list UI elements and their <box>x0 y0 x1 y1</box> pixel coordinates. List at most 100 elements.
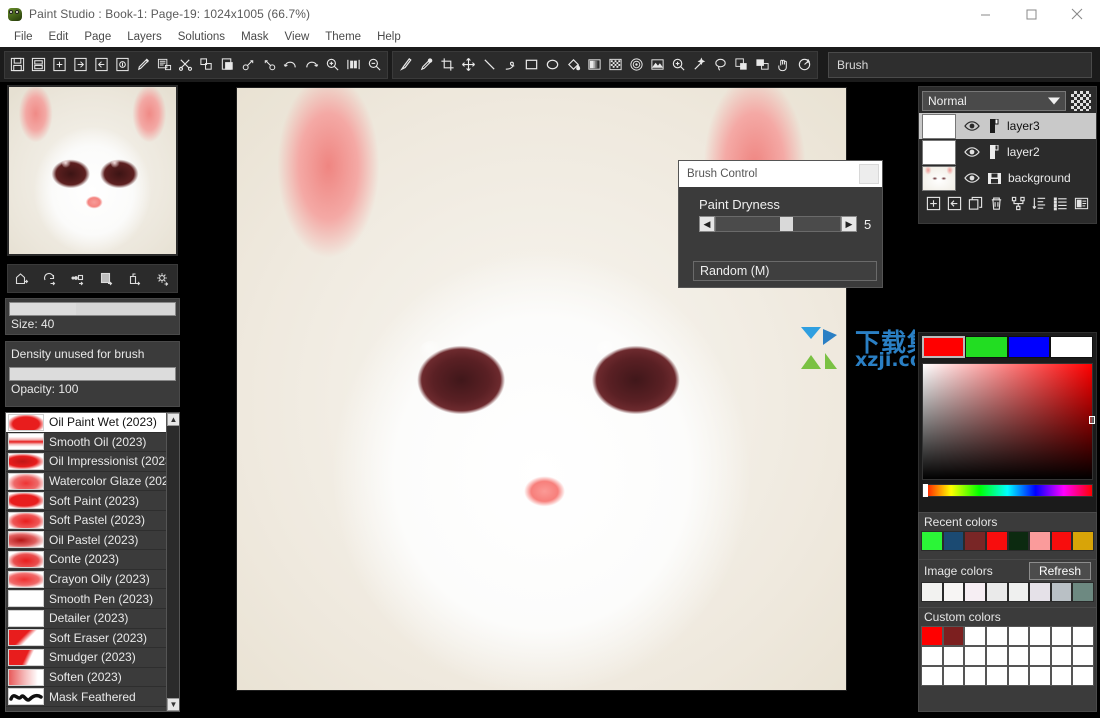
brush-item[interactable]: Oil Paint Wet (2023) <box>6 413 166 433</box>
menu-view[interactable]: View <box>277 28 318 47</box>
primary-color-swatch[interactable] <box>922 336 965 358</box>
brush-item[interactable]: Conte (2023) <box>6 550 166 570</box>
custom-color-cell[interactable] <box>1029 666 1051 686</box>
brush-item[interactable]: Smudger (2023) <box>6 648 166 668</box>
blend-mode-select[interactable]: Normal <box>922 91 1066 111</box>
brush-icon[interactable] <box>395 53 416 77</box>
menu-file[interactable]: File <box>6 28 41 47</box>
add-layer-icon[interactable] <box>924 194 942 212</box>
brush-stroke-icon[interactable] <box>66 267 90 291</box>
custom-color-cell[interactable] <box>964 646 986 666</box>
maximize-button[interactable] <box>1008 0 1054 28</box>
image-color-swatch[interactable] <box>964 582 986 602</box>
undo-step-icon[interactable] <box>238 53 259 77</box>
fit-width-icon[interactable] <box>343 53 364 77</box>
image-color-swatch[interactable] <box>1072 582 1094 602</box>
custom-color-cell[interactable] <box>1007 666 1030 686</box>
brush-list-scrollbar[interactable]: ▲ ▼ <box>166 413 179 711</box>
rectangle-icon[interactable] <box>521 53 542 77</box>
brush-item[interactable]: Mask Feathered <box>6 687 166 707</box>
image-color-swatch[interactable] <box>1050 582 1073 602</box>
brush-item[interactable]: Soft Paint (2023) <box>6 491 166 511</box>
layer-row[interactable]: layer3 <box>919 113 1096 139</box>
custom-color-cell[interactable] <box>1007 646 1030 666</box>
magnifier-mask-icon[interactable] <box>668 53 689 77</box>
layer-row[interactable]: layer2 <box>919 139 1096 165</box>
saturation-value-field[interactable] <box>922 363 1095 480</box>
custom-color-cell[interactable] <box>942 626 965 646</box>
custom-color-cell[interactable] <box>1072 626 1094 646</box>
brush-spray-icon[interactable] <box>123 267 147 291</box>
tertiary-color-swatch[interactable] <box>1007 336 1051 358</box>
scroll-up-button[interactable]: ▲ <box>167 413 179 426</box>
size-slider[interactable] <box>9 302 176 316</box>
brush-control-dialog[interactable]: Brush Control Paint Dryness ◀ ▶ 5 Random… <box>678 160 883 288</box>
import-layer-icon[interactable] <box>945 194 963 212</box>
layer-group-icon[interactable] <box>1009 194 1027 212</box>
menu-theme[interactable]: Theme <box>317 28 369 47</box>
lock-icon[interactable] <box>988 119 1000 133</box>
close-button[interactable] <box>1054 0 1100 28</box>
custom-color-cell[interactable] <box>985 666 1008 686</box>
save-as-icon[interactable] <box>28 53 49 77</box>
custom-color-cell[interactable] <box>1072 666 1094 686</box>
add-page-icon[interactable] <box>112 53 133 77</box>
custom-color-cell[interactable] <box>1050 646 1073 666</box>
brush-item[interactable]: Soften (2023) <box>6 668 166 688</box>
texture-icon[interactable] <box>626 53 647 77</box>
rotate-brush-icon[interactable] <box>38 267 62 291</box>
paste-region-icon[interactable] <box>217 53 238 77</box>
image-color-swatch[interactable] <box>1007 582 1030 602</box>
layer-list-icon[interactable] <box>1052 194 1070 212</box>
pattern-icon[interactable] <box>605 53 626 77</box>
custom-color-cell[interactable] <box>921 646 943 666</box>
book-pages-icon[interactable] <box>154 53 175 77</box>
load-brush-icon[interactable] <box>10 267 34 291</box>
brush-control-close-button[interactable] <box>859 164 879 184</box>
custom-color-cell[interactable] <box>1007 626 1030 646</box>
opacity-slider[interactable] <box>9 367 176 381</box>
recent-color-swatch[interactable] <box>1029 531 1051 551</box>
copy-region-icon[interactable] <box>196 53 217 77</box>
brush-name-input[interactable]: Brush <box>828 51 1092 78</box>
move-icon[interactable] <box>458 53 479 77</box>
zoom-in-icon[interactable] <box>322 53 343 77</box>
custom-color-cell[interactable] <box>964 626 986 646</box>
recent-color-swatch[interactable] <box>921 531 943 551</box>
fill-bucket-icon[interactable] <box>563 53 584 77</box>
custom-color-cell[interactable] <box>1072 646 1094 666</box>
custom-color-cell[interactable] <box>942 646 965 666</box>
gradient-icon[interactable] <box>584 53 605 77</box>
dryness-increase-button[interactable]: ▶ <box>841 216 857 232</box>
brush-item[interactable]: Watercolor Glaze (2023) <box>6 472 166 492</box>
brush-item[interactable]: Soft Pastel (2023) <box>6 511 166 531</box>
line-icon[interactable] <box>479 53 500 77</box>
layer-properties-icon[interactable] <box>1073 194 1091 212</box>
menu-help[interactable]: Help <box>369 28 409 47</box>
quaternary-color-swatch[interactable] <box>1050 336 1093 358</box>
minimize-button[interactable] <box>962 0 1008 28</box>
brush-item[interactable]: Detailer (2023) <box>6 609 166 629</box>
redo-icon[interactable] <box>301 53 322 77</box>
save-icon[interactable] <box>7 53 28 77</box>
dryness-decrease-button[interactable]: ◀ <box>699 216 715 232</box>
scroll-down-button[interactable]: ▼ <box>167 698 179 711</box>
layer-row[interactable]: background <box>919 165 1096 191</box>
image-color-swatch[interactable] <box>1029 582 1051 602</box>
eye-icon[interactable] <box>964 146 980 158</box>
refresh-button[interactable]: Refresh <box>1028 562 1091 580</box>
lock-icon[interactable] <box>988 172 1001 184</box>
canvas-preview-thumbnail[interactable] <box>7 85 178 256</box>
custom-color-cell[interactable] <box>921 626 943 646</box>
export-page-icon[interactable] <box>91 53 112 77</box>
menu-page[interactable]: Page <box>76 28 119 47</box>
custom-color-cell[interactable] <box>1029 646 1051 666</box>
brush-settings-icon[interactable] <box>151 267 175 291</box>
brush-list[interactable]: Oil Paint Wet (2023) Smooth Oil (2023) O… <box>5 412 180 712</box>
hue-slider[interactable] <box>922 484 1093 497</box>
new-page-icon[interactable] <box>49 53 70 77</box>
recent-color-swatch[interactable] <box>964 531 986 551</box>
lock-icon[interactable] <box>988 145 1000 159</box>
custom-color-cell[interactable] <box>1029 626 1051 646</box>
recent-color-swatch[interactable] <box>1072 531 1094 551</box>
